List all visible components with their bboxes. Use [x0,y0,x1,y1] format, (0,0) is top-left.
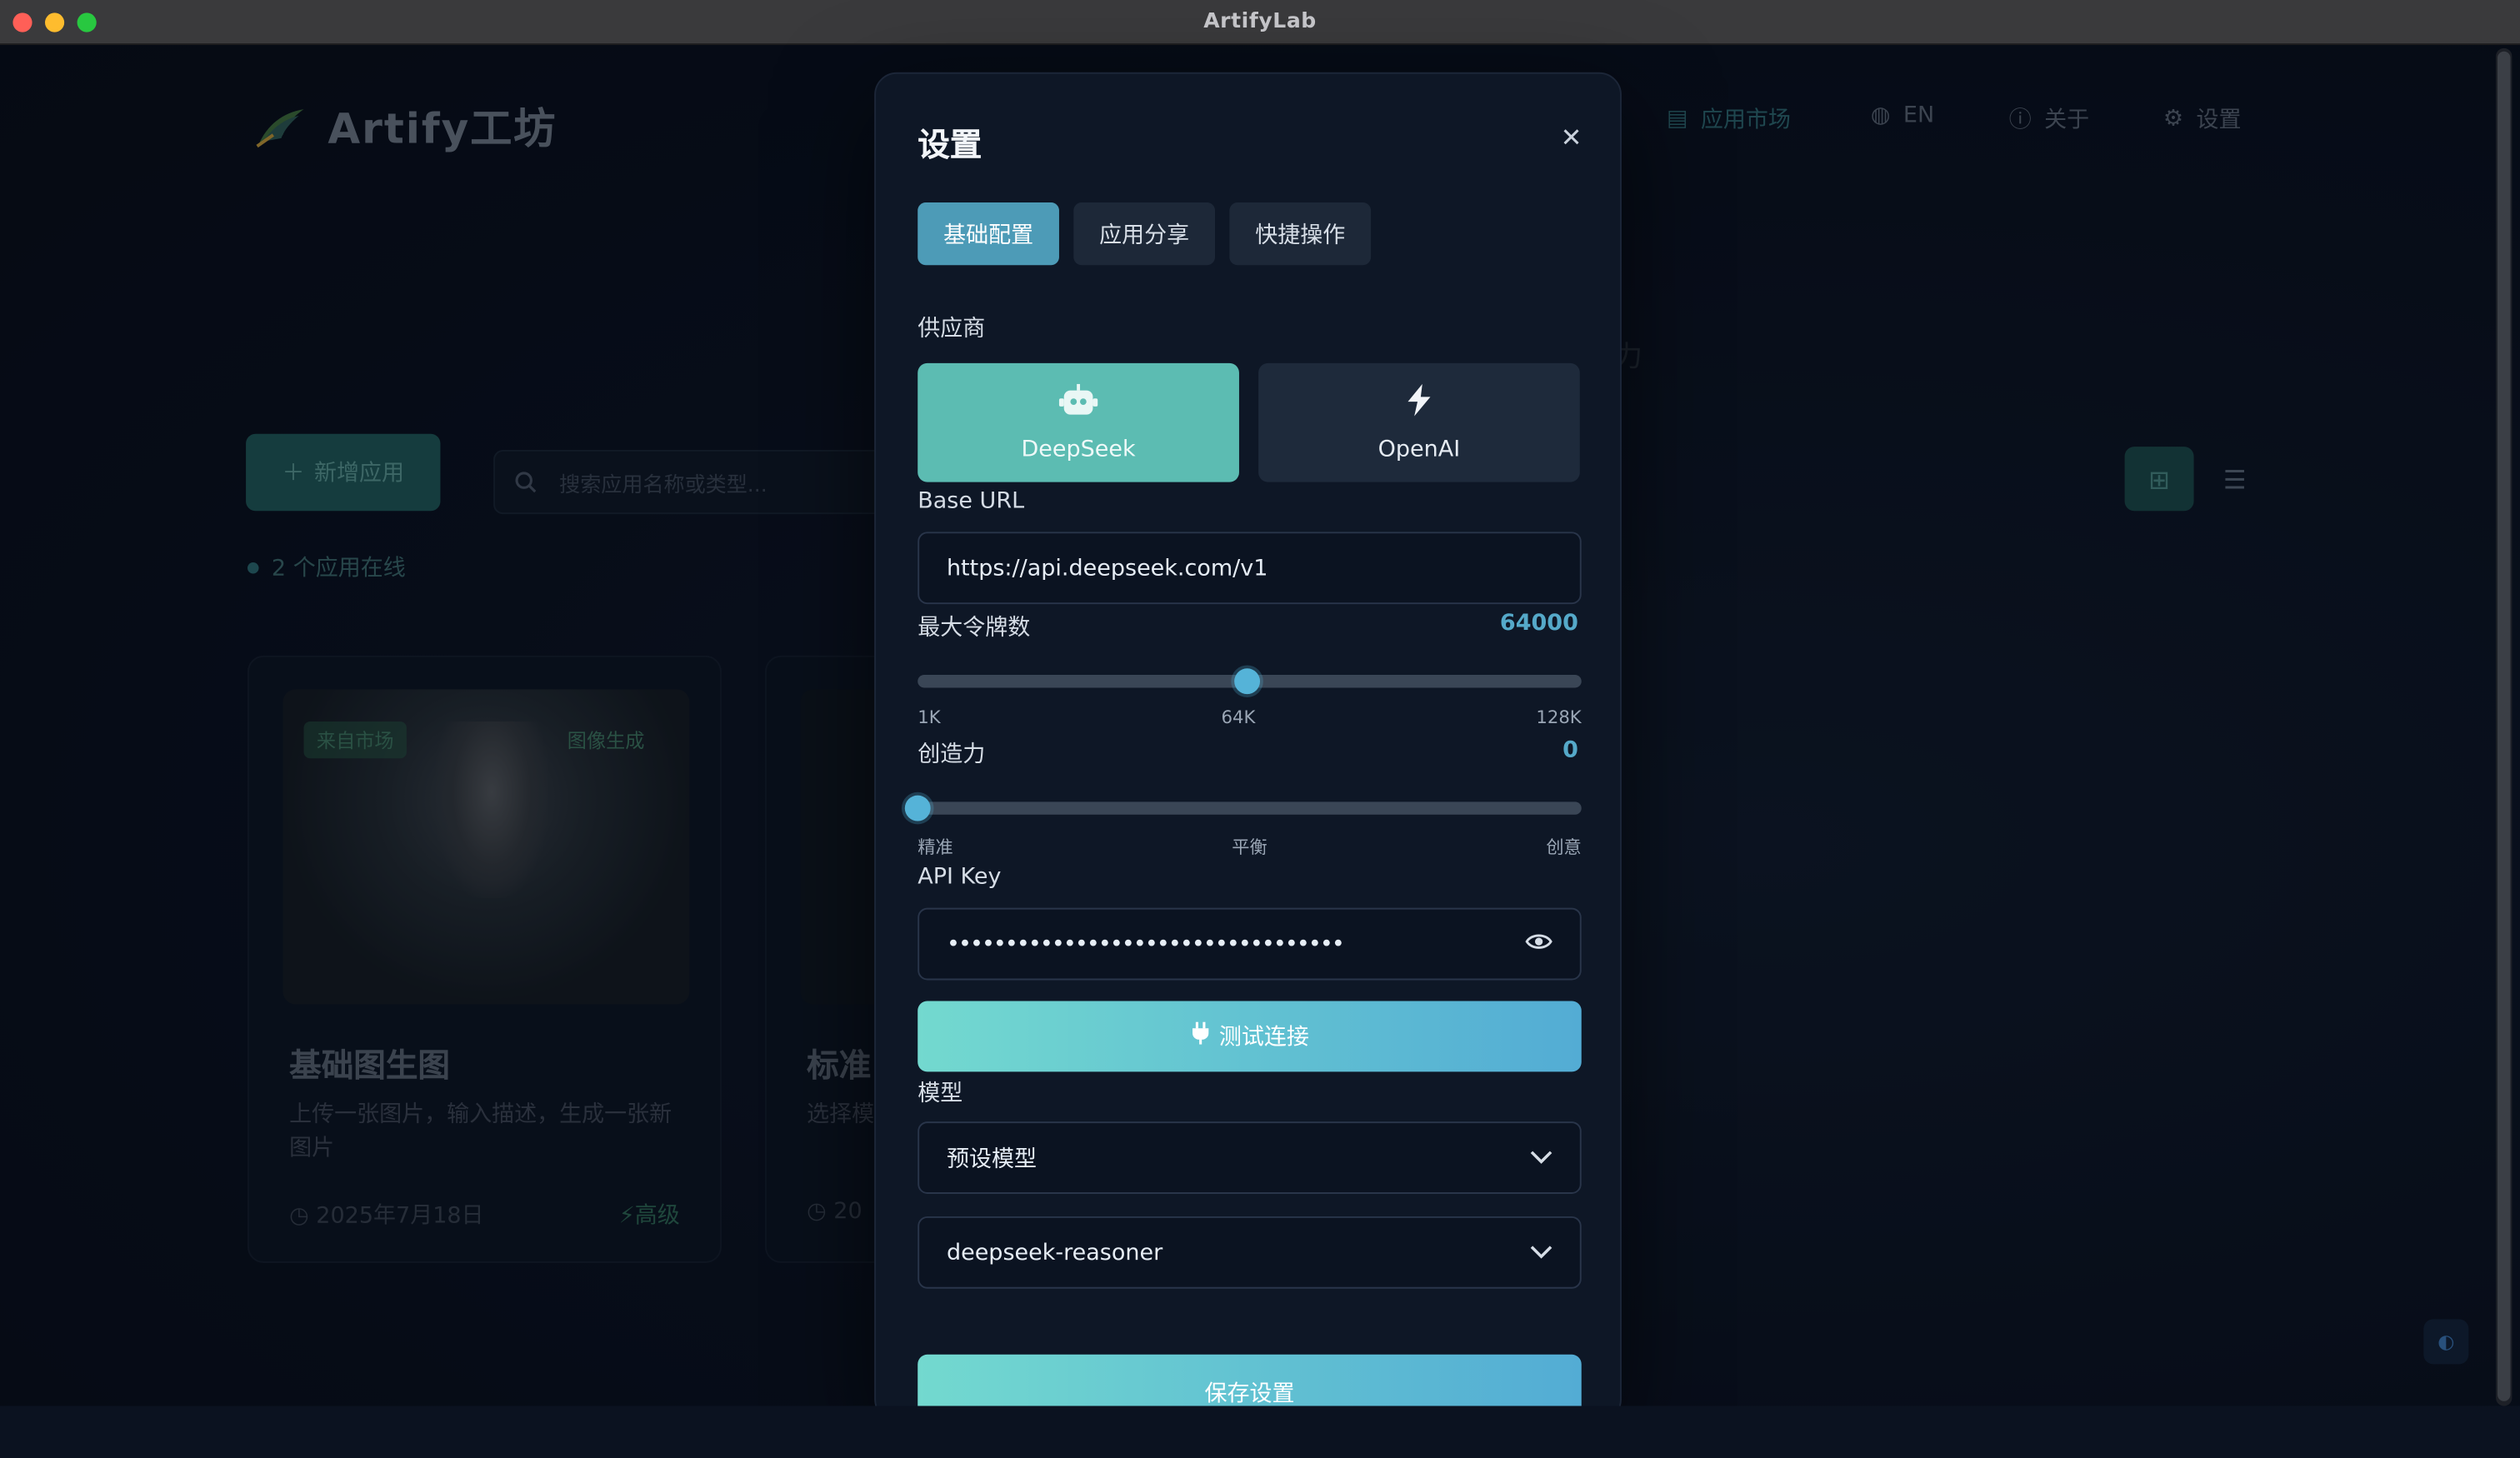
tab-basic-config[interactable]: 基础配置 [918,202,1059,266]
chevron-down-icon [1530,1241,1552,1264]
robot-icon [1058,382,1099,424]
tick-min: 1K [918,707,941,728]
max-tokens-value: 64000 [1499,610,1578,637]
settings-dialog: 设置 ✕ 基础配置 应用分享 快捷操作 供应商 DeepSeek OpenAI … [874,72,1622,1406]
max-tokens-label: 最大令牌数 [918,615,1031,642]
minimize-window-button[interactable] [45,12,65,32]
tick-max: 128K [1536,707,1582,728]
save-settings-button[interactable]: 保存设置 [918,1354,1582,1406]
tab-shortcuts[interactable]: 快捷操作 [1229,202,1372,266]
zoom-window-button[interactable] [77,12,97,32]
max-tokens-slider-handle[interactable] [1234,668,1261,695]
close-icon[interactable]: ✕ [1561,122,1582,153]
close-window-button[interactable] [12,12,32,32]
provider-deepseek[interactable]: DeepSeek [918,362,1239,482]
tick-balanced: 平衡 [1232,836,1268,858]
chevron-down-icon [1530,1146,1552,1169]
tick-mid: 64K [1221,707,1256,728]
tab-app-share[interactable]: 应用分享 [1073,202,1216,266]
creativity-slider-handle[interactable] [904,795,931,821]
provider-selector: DeepSeek OpenAI [918,362,1580,482]
model-value: deepseek-reasoner [946,1239,1163,1266]
dialog-title: 设置 [918,125,982,164]
max-tokens-slider[interactable] [918,668,1582,695]
tick-creative: 创意 [1546,836,1582,858]
provider-openai[interactable]: OpenAI [1258,362,1580,482]
bolt-icon [1405,382,1434,424]
max-tokens-ticks: 1K 64K 128K [918,707,1582,728]
save-settings-label: 保存设置 [1204,1381,1295,1406]
window-titlebar: ArtifyLab [0,0,2520,46]
base-url-value: https://api.deepseek.com/v1 [946,555,1268,582]
test-connection-button[interactable]: 测试连接 [918,1001,1582,1072]
settings-tabs: 基础配置 应用分享 快捷操作 [918,202,1372,266]
creativity-ticks: 精准 平衡 创意 [918,834,1582,860]
creativity-value: 0 [1562,737,1578,764]
provider-label: 供应商 [918,316,986,342]
window-title: ArtifyLab [1203,9,1317,34]
provider-deepseek-label: DeepSeek [1021,437,1136,463]
model-label: 模型 [918,1081,963,1107]
model-select[interactable]: deepseek-reasoner [918,1216,1582,1289]
creativity-slider[interactable] [904,795,1582,821]
provider-openai-label: OpenAI [1378,437,1461,463]
api-key-input[interactable]: •••••••••••••••••••••••••••••••••• [918,907,1582,981]
tick-precise: 精准 [918,836,953,858]
api-key-label: API Key [918,864,1002,891]
model-type-value: 预设模型 [946,1146,1037,1172]
creativity-label: 创造力 [918,742,986,768]
eye-icon[interactable] [1525,931,1552,957]
api-key-value: •••••••••••••••••••••••••••••••••• [946,931,1345,957]
plug-icon [1190,1021,1209,1051]
test-connection-label: 测试连接 [1218,1025,1309,1051]
model-type-select[interactable]: 预设模型 [918,1121,1582,1194]
base-url-input[interactable]: https://api.deepseek.com/v1 [918,532,1582,605]
base-url-label: Base URL [918,488,1025,515]
